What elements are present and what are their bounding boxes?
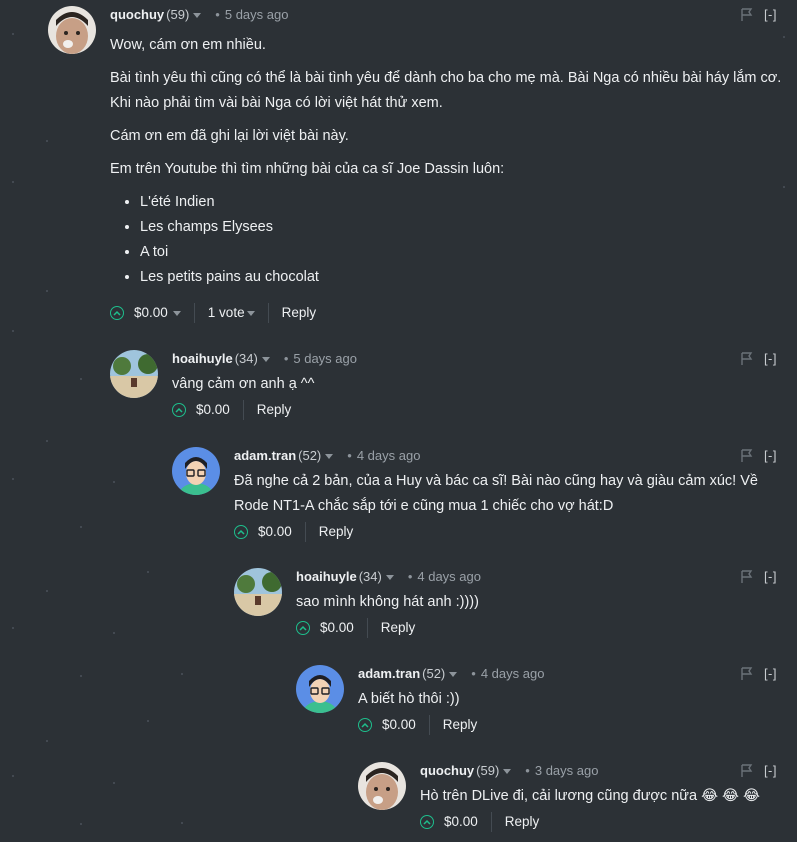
reputation: (34) xyxy=(358,569,382,584)
payout-value[interactable]: $0.00 xyxy=(134,301,168,325)
author-name[interactable]: adam.tran xyxy=(358,666,420,681)
timestamp[interactable]: 4 days ago xyxy=(481,666,545,681)
vote-count[interactable]: 1 vote xyxy=(208,301,245,325)
reputation: (52) xyxy=(422,666,446,681)
reputation: (52) xyxy=(298,448,322,463)
upvote-icon[interactable] xyxy=(420,815,434,829)
avatar[interactable] xyxy=(172,447,220,495)
comment-paragraph: Wow, cám ơn em nhiều. xyxy=(110,37,266,53)
upvote-icon[interactable] xyxy=(110,306,124,320)
reputation: (59) xyxy=(476,763,500,778)
song-list: L'été Indien Les champs Elysees A toi Le… xyxy=(110,190,790,290)
author-name[interactable]: quochuy xyxy=(110,7,164,22)
timestamp[interactable]: 4 days ago xyxy=(417,569,481,584)
timestamp[interactable]: 4 days ago xyxy=(357,448,421,463)
timestamp[interactable]: 5 days ago xyxy=(225,7,289,22)
chevron-down-icon[interactable] xyxy=(193,13,202,19)
flag-icon[interactable] xyxy=(741,449,753,462)
avatar[interactable] xyxy=(358,762,406,810)
divider xyxy=(193,303,195,323)
reputation: (34) xyxy=(234,351,258,366)
upvote-icon[interactable] xyxy=(358,718,372,732)
reputation: (59) xyxy=(166,7,190,22)
flag-icon[interactable] xyxy=(741,667,753,680)
collapse-button[interactable]: [-] xyxy=(764,665,777,683)
chevron-down-icon[interactable] xyxy=(449,672,458,678)
author-name[interactable]: quochuy xyxy=(420,763,474,778)
reply-button[interactable]: Reply xyxy=(381,616,416,640)
comment-paragraph: Em trên Youtube thì tìm những bài của ca… xyxy=(110,161,505,177)
reply-button[interactable]: Reply xyxy=(505,810,540,834)
collapse-button[interactable]: [-] xyxy=(764,350,777,368)
list-item: A toi xyxy=(140,240,790,265)
flag-icon[interactable] xyxy=(741,764,753,777)
avatar[interactable] xyxy=(48,6,96,54)
upvote-icon[interactable] xyxy=(172,403,186,417)
comment-paragraph: Đã nghe cả 2 bản, của a Huy và bác ca sĩ… xyxy=(234,473,758,514)
comment-paragraph: A biết hò thôi :)) xyxy=(358,691,460,707)
upvote-icon[interactable] xyxy=(296,621,310,635)
reply-button[interactable]: Reply xyxy=(282,301,317,325)
payout-value[interactable]: $0.00 xyxy=(196,398,230,422)
list-item: L'été Indien xyxy=(140,190,790,215)
timestamp[interactable]: 5 days ago xyxy=(293,351,357,366)
comment-paragraph: Bài tình yêu thì cũng có thể là bài tình… xyxy=(110,70,782,111)
bullet-separator: • xyxy=(215,7,220,22)
timestamp[interactable]: 3 days ago xyxy=(535,763,599,778)
payout-value[interactable]: $0.00 xyxy=(258,520,292,544)
list-item: Les champs Elysees xyxy=(140,215,790,240)
flag-icon[interactable] xyxy=(741,570,753,583)
author-name[interactable]: adam.tran xyxy=(234,448,296,463)
payout-value[interactable]: $0.00 xyxy=(444,810,478,834)
bullet-separator: • xyxy=(407,569,413,584)
comment-paragraph: Hò trên DLive đi, cải lương cũng được nữ… xyxy=(420,788,760,804)
comment-paragraph: sao mình không hát anh :)))) xyxy=(296,594,479,610)
flag-icon[interactable] xyxy=(741,352,753,365)
chevron-down-icon[interactable] xyxy=(385,575,394,581)
upvote-icon[interactable] xyxy=(234,525,248,539)
author-name[interactable]: hoaihuyle xyxy=(296,569,357,584)
avatar[interactable] xyxy=(110,350,158,398)
collapse-button[interactable]: [-] xyxy=(764,568,777,586)
divider xyxy=(428,715,430,735)
divider xyxy=(304,522,306,542)
bullet-separator: • xyxy=(347,448,352,463)
comment-paragraph: vâng cảm ơn anh ạ ^^ xyxy=(172,376,315,392)
avatar[interactable] xyxy=(234,568,282,616)
avatar[interactable] xyxy=(296,665,344,713)
reply-button[interactable]: Reply xyxy=(257,398,292,422)
payout-value[interactable]: $0.00 xyxy=(320,616,354,640)
flag-icon[interactable] xyxy=(741,8,753,21)
collapse-button[interactable]: [-] xyxy=(764,447,777,465)
bullet-separator: • xyxy=(525,763,530,778)
divider xyxy=(242,400,244,420)
chevron-down-icon[interactable] xyxy=(325,454,334,460)
collapse-button[interactable]: [-] xyxy=(764,762,777,780)
chevron-down-icon[interactable] xyxy=(503,769,512,775)
reply-button[interactable]: Reply xyxy=(319,520,354,544)
author-name[interactable]: hoaihuyle xyxy=(172,351,233,366)
comment-paragraph: Cám ơn em đã ghi lại lời việt bài này. xyxy=(110,128,349,144)
chevron-down-icon[interactable] xyxy=(261,357,270,363)
payout-value[interactable]: $0.00 xyxy=(382,713,416,737)
reply-button[interactable]: Reply xyxy=(443,713,478,737)
bullet-separator: • xyxy=(283,351,289,366)
chevron-down-icon[interactable] xyxy=(246,310,255,316)
bullet-separator: • xyxy=(471,666,476,681)
divider xyxy=(490,812,492,832)
list-item: Les petits pains au chocolat xyxy=(140,265,790,290)
chevron-down-icon[interactable] xyxy=(172,310,181,316)
divider xyxy=(267,303,269,323)
divider xyxy=(366,618,368,638)
collapse-button[interactable]: [-] xyxy=(764,6,777,24)
